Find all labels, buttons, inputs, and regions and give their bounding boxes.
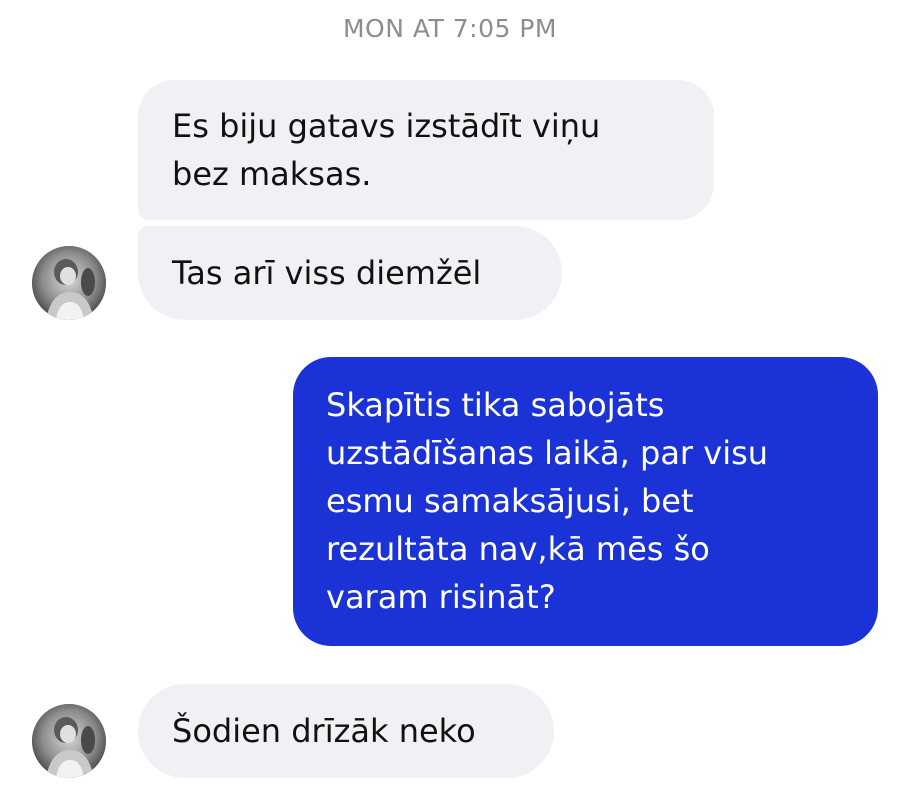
avatar-photo-icon <box>32 704 106 778</box>
outgoing-message-bubble[interactable]: Skapītis tika sabojāts uzstādīšanas laik… <box>293 357 878 646</box>
incoming-message-bubble[interactable]: Es biju gatavs izstādīt viņu bez maksas. <box>138 80 714 220</box>
avatar-photo-icon <box>32 246 106 320</box>
contact-avatar[interactable] <box>32 246 106 320</box>
incoming-message-bubble[interactable]: Tas arī viss diemžēl <box>138 226 562 320</box>
message-timestamp: MON AT 7:05 PM <box>342 14 557 43</box>
contact-avatar[interactable] <box>32 704 106 778</box>
incoming-message-bubble[interactable]: Šodien drīzāk neko <box>138 684 554 778</box>
